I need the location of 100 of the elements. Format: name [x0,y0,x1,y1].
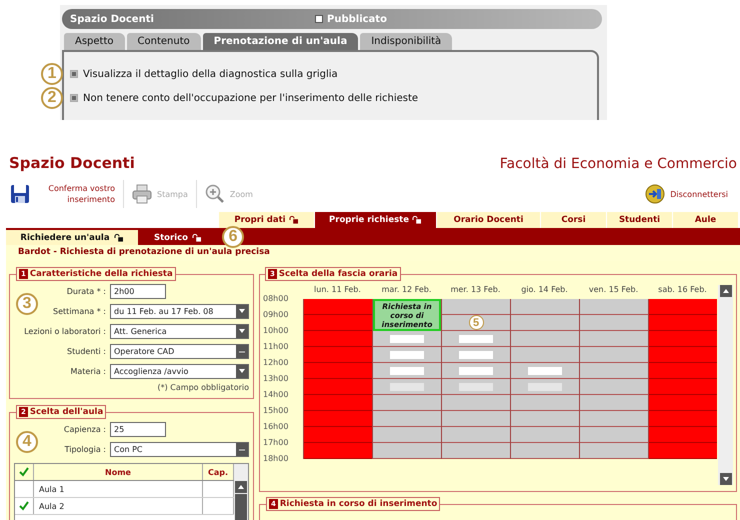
time-slot[interactable] [442,347,510,363]
main-tab[interactable]: Orario Docenti [436,212,540,228]
column-header[interactable]: Nome [34,464,203,480]
slot-bar [459,382,493,390]
text-field[interactable]: 2h00 [110,284,166,298]
time-slot[interactable] [373,411,441,427]
main-tab[interactable]: Studenti [606,212,672,228]
time-slot[interactable] [580,347,648,363]
time-slot[interactable] [580,379,648,395]
time-slot[interactable] [511,443,579,459]
time-slot[interactable] [373,427,441,443]
time-slot[interactable] [580,427,648,443]
picker-field[interactable]: Con PC [110,442,249,456]
callout-number: 4 [16,431,38,453]
time-slot[interactable] [580,315,648,331]
time-slot[interactable] [373,443,441,459]
time-slot[interactable] [442,411,510,427]
settings-tab[interactable]: Aspetto [64,33,125,50]
dropdown[interactable]: Accoglienza /avvio [110,364,249,378]
time-slot[interactable] [511,363,579,379]
scrollbar[interactable] [234,464,248,520]
ellipsis-icon [236,442,248,456]
hour-label: 10h00 [263,325,290,337]
time-slot[interactable] [511,347,579,363]
time-slot[interactable] [442,363,510,379]
option-checkbox[interactable] [70,94,78,102]
text-field[interactable]: 25 [110,422,166,436]
time-slot[interactable] [580,331,648,347]
time-slot[interactable] [373,331,441,347]
time-slot[interactable] [580,395,648,411]
check-icon [19,501,29,511]
scrollbar[interactable] [718,285,733,485]
slot-bar [390,366,424,374]
time-slot[interactable] [511,379,579,395]
picker-field[interactable]: Operatore CAD [110,344,249,358]
time-slot[interactable] [373,363,441,379]
sub-tab[interactable]: Storico [138,230,218,245]
scroll-up-icon[interactable] [720,285,732,297]
main-tab[interactable]: Proprie richieste [314,212,436,228]
hour-label: 08h00 [263,293,290,305]
settings-tab[interactable]: Contenuto [126,33,201,50]
scroll-up-icon[interactable] [235,481,247,493]
time-slot[interactable] [511,299,579,315]
required-note: (*) Campo obbligatorio [156,382,249,394]
settings-tab[interactable]: Prenotazione di un'aula [202,33,358,50]
time-slot[interactable] [442,379,510,395]
hour-label: 15h00 [263,405,290,417]
sub-tab[interactable]: Richiedere un'aula [6,230,138,245]
hour-label: 18h00 [263,453,290,465]
time-slot[interactable] [373,395,441,411]
hour-label: 13h00 [263,373,290,385]
field-label: Lezioni o laboratori : [24,326,106,336]
panel-title: Spazio Docenti [70,14,155,24]
hour-label: 12h00 [263,357,290,369]
time-slot[interactable] [580,443,648,459]
time-slot[interactable] [442,331,510,347]
field-label: Studenti : [67,346,106,356]
main-tab[interactable]: Corsi [540,212,606,228]
dropdown[interactable]: du 11 Feb. au 17 Feb. 08 [110,304,249,318]
main-tab[interactable]: Aule [672,212,738,228]
save-button[interactable]: Conferma vostro inserimento [10,183,123,205]
time-slot[interactable] [511,395,579,411]
day-header: mar. 12 Feb. [380,284,432,296]
published-checkbox[interactable] [315,15,323,23]
time-slot[interactable] [442,443,510,459]
field-label: Materia : [70,366,106,376]
hour-label: 16h00 [263,421,290,433]
time-slot[interactable] [511,331,579,347]
app-title: Spazio Docenti [9,154,135,172]
ellipsis-icon [236,344,248,358]
section-title: Caratteristiche della richiesta [30,269,173,279]
room-name: Aula 1 [39,484,64,494]
logout-button[interactable]: Disconnettersi [645,184,736,204]
time-slot[interactable] [511,315,579,331]
time-slot[interactable] [373,347,441,363]
option-checkbox[interactable] [70,70,78,78]
day-header: lun. 11 Feb. [313,284,362,296]
slot-bar [390,334,424,342]
main-tab[interactable]: Propri dati [218,212,314,228]
field-label: Durata * : [66,286,106,296]
slot-bar [459,334,493,342]
day-header: gio. 14 Feb. [520,284,569,296]
slot-bar [390,350,424,358]
callout-number: 5 [468,315,484,330]
day-header: mer. 13 Feb. [450,284,502,296]
time-slot[interactable] [442,299,510,315]
scroll-thumb[interactable] [235,494,247,520]
scroll-down-icon[interactable] [720,473,732,485]
time-slot[interactable] [442,395,510,411]
time-slot[interactable] [580,299,648,315]
time-slot[interactable] [511,427,579,443]
time-slot[interactable] [580,411,648,427]
callout-number: 2 [41,87,63,109]
callout-number: 1 [41,63,63,85]
time-slot[interactable] [373,379,441,395]
time-slot[interactable] [442,427,510,443]
settings-tab[interactable]: Indisponibilità [360,33,452,50]
time-slot[interactable] [580,363,648,379]
dropdown[interactable]: Att. Generica [110,324,249,338]
time-slot[interactable] [511,411,579,427]
